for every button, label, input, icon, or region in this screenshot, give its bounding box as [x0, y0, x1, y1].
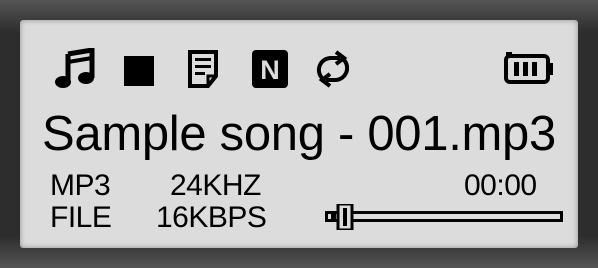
- document-icon: [188, 50, 222, 88]
- repeat-icon: [310, 48, 356, 90]
- track-title: Sample song - 001.mp3: [42, 107, 556, 161]
- progress-track: [325, 211, 563, 222]
- bitrate-label: 16KBPS: [156, 201, 267, 234]
- lcd-screen: N Sample song - 001.mp3 MP3 24KHZ 00:00 …: [20, 20, 578, 248]
- elapsed-time: 00:00: [464, 169, 537, 202]
- music-note-icon: [54, 48, 96, 90]
- progress-knob[interactable]: [331, 202, 355, 232]
- stop-icon: [124, 56, 154, 86]
- progress-bar[interactable]: [325, 202, 565, 234]
- normal-mode-letter: N: [260, 55, 280, 85]
- sample-rate-label: 24KHZ: [170, 169, 261, 202]
- normal-mode-icon: N: [252, 50, 288, 88]
- format-label: MP3: [50, 169, 111, 202]
- source-label: FILE: [50, 201, 112, 234]
- battery-icon: [504, 50, 554, 86]
